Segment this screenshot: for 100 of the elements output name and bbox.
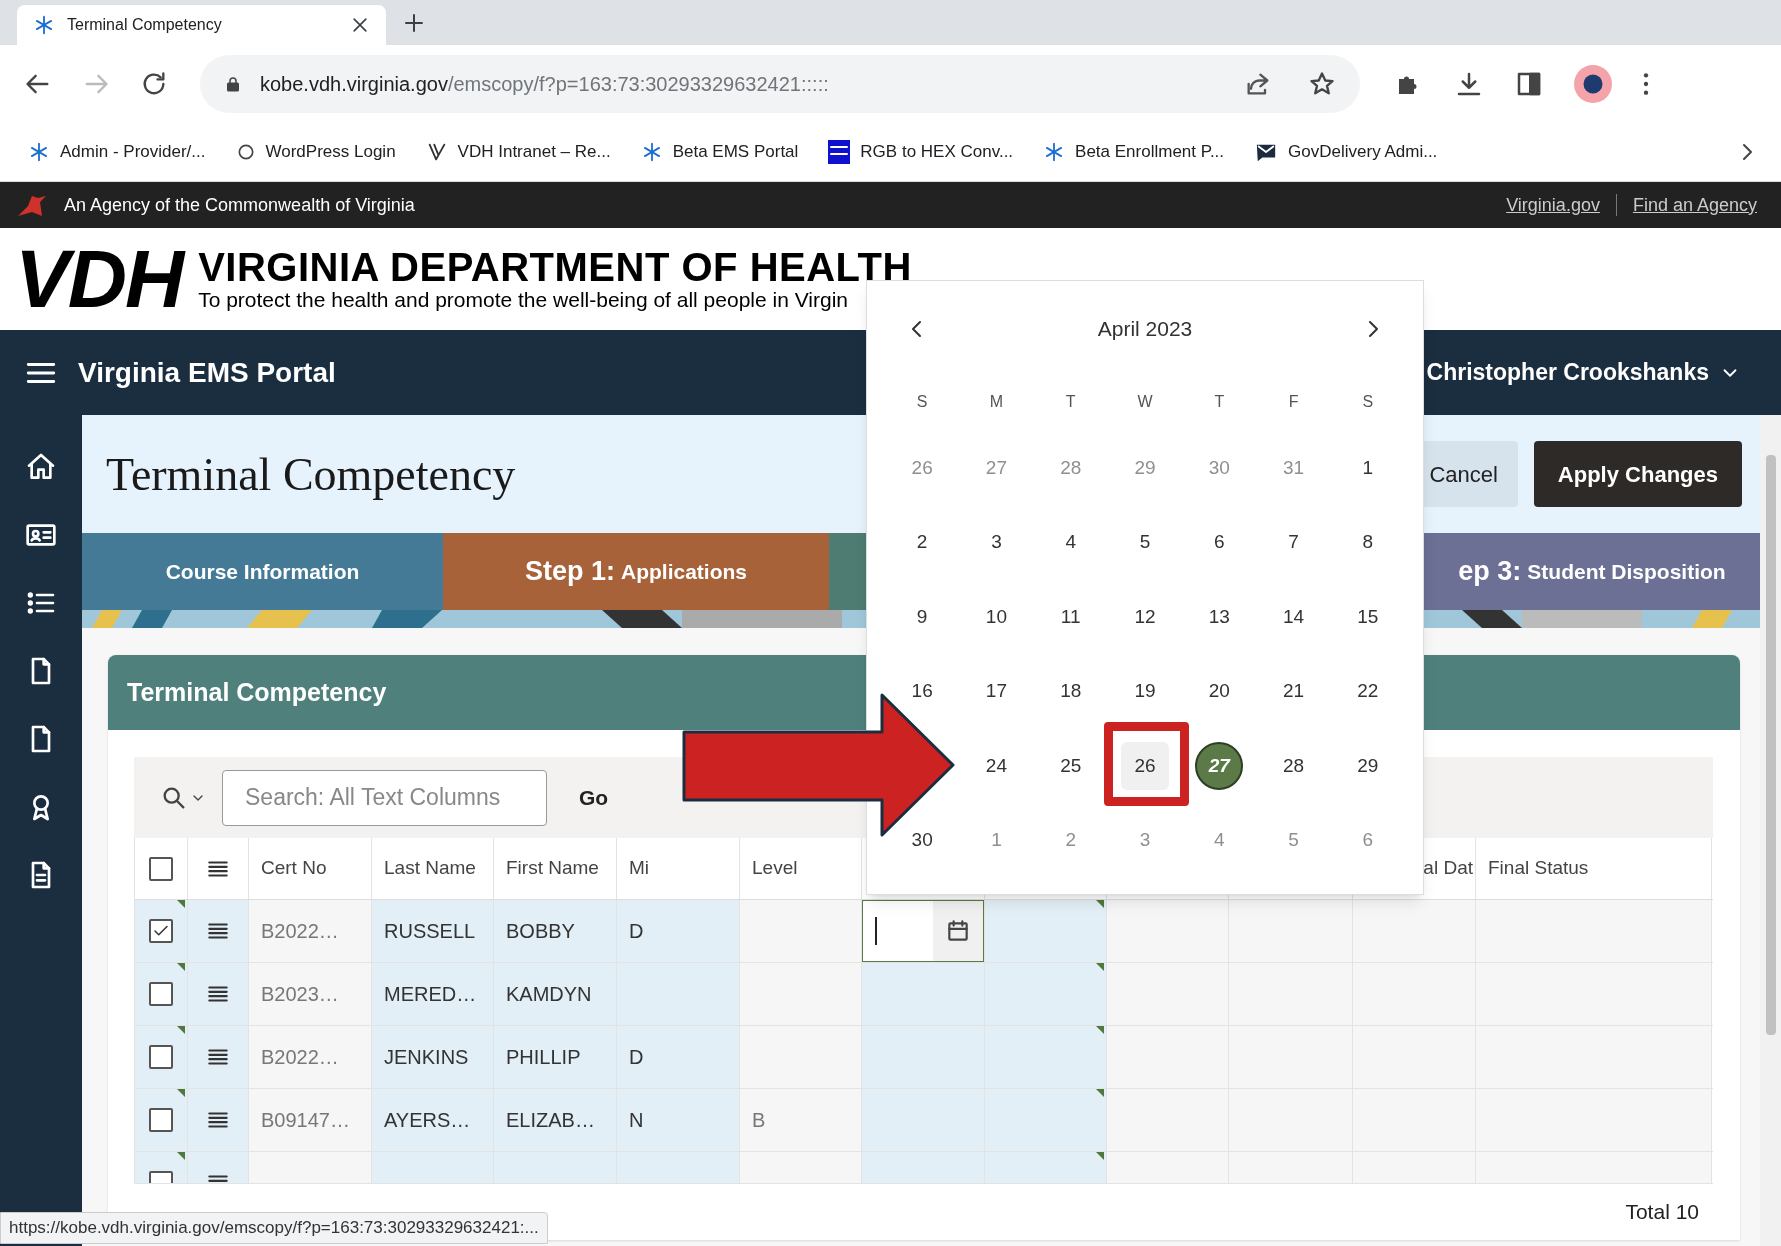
table-cell: B2023…: [249, 963, 372, 1025]
table-cell: MERED…: [372, 963, 494, 1025]
calendar-day[interactable]: 11: [1046, 592, 1095, 641]
weekday-label: S: [916, 392, 928, 412]
checkbox[interactable]: [149, 982, 173, 1006]
region-title: Terminal Competency: [127, 676, 387, 708]
calendar-day[interactable]: 29: [1343, 741, 1392, 790]
table-cell: B: [740, 1089, 862, 1151]
column-header[interactable]: Mi: [617, 838, 740, 899]
checkbox[interactable]: [149, 1108, 173, 1132]
calendar-day[interactable]: 28: [1269, 741, 1318, 790]
calendar-day[interactable]: 25: [1046, 741, 1095, 790]
calendar-day[interactable]: 21: [1269, 667, 1318, 716]
calendar-day[interactable]: 30: [898, 816, 947, 865]
bookmark[interactable]: Beta EMS Portal: [640, 139, 799, 165]
weekday-label: S: [1362, 392, 1374, 412]
calendar-day[interactable]: 26: [1121, 741, 1169, 790]
agency-link[interactable]: Find an Agency: [1632, 191, 1757, 219]
bookmark[interactable]: VDH Intranet – Re...: [425, 139, 611, 165]
status-url: https://kobe.vdh.virginia.gov/emscopy/f?p=163:73:30293329632421:...: [0, 1212, 548, 1244]
asterisk-icon: [28, 141, 50, 163]
table-cell: D: [617, 900, 740, 962]
address-bar[interactable]: kobe.vdh.virginia.gov/emscopy/f?p=163:73:30293329632421:::::: [200, 55, 1360, 113]
table-cell: ELIZAB…: [494, 1089, 617, 1151]
department-title: VIRGINIA DEPARTMENT OF HEALTH: [198, 246, 912, 288]
bookmark[interactable]: RGB to HEX Conv...: [828, 139, 1014, 165]
column-header[interactable]: Last Name: [372, 838, 494, 899]
weekday-label: M: [989, 392, 1004, 412]
weekday-label: T: [1214, 392, 1225, 412]
month-title: April 2023: [1097, 316, 1193, 343]
tagline: To protect the health and promote the well-being of all people in Virgin: [198, 288, 849, 312]
calendar-day[interactable]: 6: [1195, 518, 1244, 567]
calendar-day[interactable]: 7: [1269, 518, 1318, 567]
calendar-day[interactable]: 18: [1046, 667, 1095, 716]
vdh-logo: VDH: [15, 239, 183, 319]
table-cell: B2022…: [249, 900, 372, 962]
step-tab[interactable]: Step 1: Applications: [443, 533, 829, 610]
calendar-day[interactable]: 15: [1343, 592, 1392, 641]
page-title: Terminal Competency: [106, 447, 516, 502]
calendar-day[interactable]: 16: [898, 667, 947, 716]
calendar-day[interactable]: 22: [1343, 667, 1392, 716]
calendar-day[interactable]: 10: [972, 592, 1021, 641]
bookmark[interactable]: WordPress Login: [235, 139, 396, 165]
calendar-icon[interactable]: [945, 918, 971, 944]
table-cell: B2022…: [249, 1026, 372, 1088]
table-cell: PHILLIP: [494, 1026, 617, 1088]
table-cell: BOBBY: [494, 900, 617, 962]
calendar-day[interactable]: 20: [1195, 667, 1244, 716]
calendar-day[interactable]: 3: [972, 518, 1021, 567]
calendar-day[interactable]: 8: [1343, 518, 1392, 567]
go-button[interactable]: Go: [579, 781, 609, 814]
table-cell: N: [617, 1089, 740, 1151]
calendar-day[interactable]: 27: [1195, 741, 1244, 790]
browser-tab[interactable]: Terminal Competency: [17, 5, 386, 45]
checkbox[interactable]: [149, 1045, 173, 1069]
calendar-day[interactable]: 4: [1046, 518, 1095, 567]
weekday-label: W: [1137, 392, 1153, 412]
checkbox[interactable]: [149, 919, 173, 943]
checkbox[interactable]: [149, 856, 173, 881]
calendar-day[interactable]: 5: [1121, 518, 1169, 567]
column-header[interactable]: First Name: [494, 838, 617, 899]
agency-link[interactable]: Virginia.gov: [1506, 191, 1600, 219]
total-count: Total 10: [1625, 1199, 1699, 1226]
calendar-day[interactable]: 17: [972, 667, 1021, 716]
bookmark[interactable]: GovDelivery Admi...: [1254, 139, 1438, 165]
calendar-day[interactable]: 19: [1121, 667, 1169, 716]
calendar-day[interactable]: 12: [1121, 592, 1169, 641]
calendar-day[interactable]: 14: [1269, 592, 1318, 641]
close-icon[interactable]: [350, 15, 370, 35]
asterisk-icon: [33, 14, 55, 36]
table-cell: KAMDYN: [494, 963, 617, 1025]
calendar-day[interactable]: 24: [972, 741, 1021, 790]
search-field[interactable]: Search: All Text Columns: [222, 769, 547, 826]
calendar-day[interactable]: 9: [898, 592, 947, 641]
step-tab[interactable]: ep 3: Student Disposition: [1424, 533, 1760, 610]
square-icon: [828, 140, 851, 164]
apply-button[interactable]: Apply Changes: [1533, 441, 1742, 507]
calendar-day[interactable]: 13: [1195, 592, 1244, 641]
calendar-day[interactable]: 2: [898, 518, 947, 567]
table-cell: D: [617, 1026, 740, 1088]
column-header[interactable]: Level: [740, 838, 862, 899]
table-cell: RUSSELL: [372, 900, 494, 962]
bookmark[interactable]: Admin - Provider/...: [28, 139, 206, 165]
step-tab[interactable]: Course Information: [82, 533, 443, 610]
agency-text: An Agency of the Commonwealth of Virginia: [64, 193, 416, 217]
avatar-icon[interactable]: [1574, 65, 1612, 103]
scrollbar[interactable]: [1760, 415, 1781, 1246]
table-cell: AYERS…: [372, 1089, 494, 1151]
app-title: Virginia EMS Portal: [78, 355, 336, 390]
table-cell: B09147…: [249, 1089, 372, 1151]
more-icon[interactable]: [1642, 71, 1650, 97]
weekday-label: F: [1288, 392, 1299, 412]
new-tab-icon[interactable]: [402, 11, 426, 35]
url-text: kobe.vdh.virginia.gov/emscopy/f?p=163:73:30293329632421:::::: [260, 72, 830, 97]
date-field[interactable]: [862, 900, 984, 962]
column-header[interactable]: Final Status: [1476, 838, 1712, 899]
table-cell: JENKINS: [372, 1026, 494, 1088]
column-header[interactable]: Cert No: [249, 838, 372, 899]
calendar-day[interactable]: 1: [1343, 444, 1392, 493]
bookmark[interactable]: Beta Enrollment P...: [1043, 139, 1225, 165]
